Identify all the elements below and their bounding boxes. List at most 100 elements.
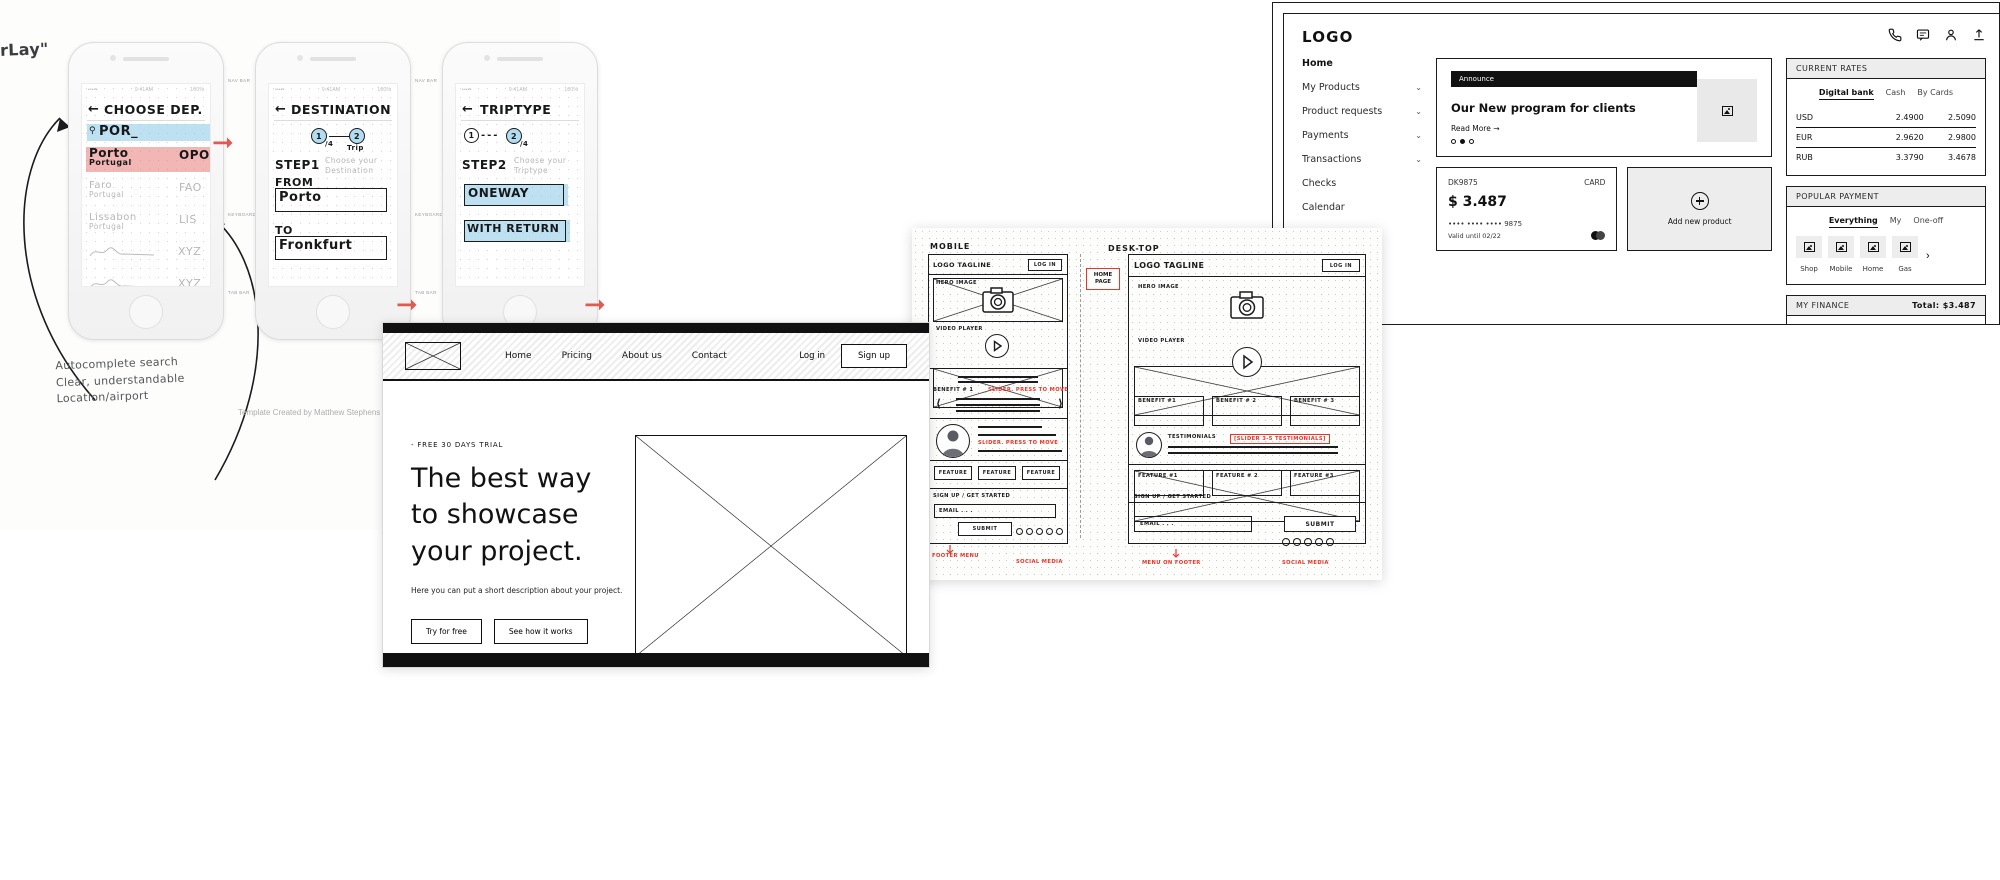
upload-icon[interactable] — [1972, 28, 1986, 42]
mobile-feature-2: FEATURE — [978, 466, 1016, 480]
play-icon[interactable] — [1232, 347, 1262, 377]
landing-navbar: Home Pricing About us Contact Log in Sig… — [383, 333, 929, 381]
phone-icon[interactable] — [1888, 28, 1902, 42]
sidebar-item-transactions[interactable]: Transactions ⌄ — [1302, 154, 1422, 165]
sidebar-item-my-products[interactable]: My Products ⌄ — [1302, 82, 1422, 93]
table-row: RUB 3.3790 3.4678 — [1796, 148, 1976, 167]
back-arrow-icon[interactable]: ← — [462, 102, 473, 117]
account-balance: $ 3.487 — [1448, 194, 1507, 210]
sidebar-item-home[interactable]: Home — [1302, 58, 1422, 69]
account-card[interactable]: DK9875 CARD $ 3.487 •••• •••• •••• 9875 … — [1436, 167, 1618, 251]
announcement-card[interactable]: Announce Our New program for clients Rea… — [1436, 58, 1772, 157]
tab-cash[interactable]: Cash — [1886, 88, 1906, 100]
signup-button[interactable]: Sign up — [840, 344, 907, 368]
signal-icon: ••••• — [275, 87, 285, 93]
carousel-dot[interactable] — [1469, 139, 1474, 144]
play-icon[interactable] — [985, 334, 1009, 358]
mobile-social-icons[interactable] — [1016, 528, 1063, 535]
desktop-social-icons[interactable] — [1282, 538, 1334, 546]
sidebar-item-product-requests[interactable]: Product requests ⌄ — [1302, 106, 1422, 117]
payment-item-mobile[interactable]: Mobile — [1828, 236, 1854, 276]
phone-sketch-3: ••••• 9:41AM 100% ← TRIPTYPE 1 --- 2 /4 … — [442, 42, 598, 340]
search-input[interactable]: POR_ — [99, 124, 138, 139]
nav-link-about-us[interactable]: About us — [622, 351, 662, 361]
step-label: STEP1 — [275, 158, 320, 172]
my-finance-total: Total: $3.487 — [1912, 301, 1976, 310]
try-for-free-button[interactable]: Try for free — [411, 619, 482, 645]
logo-placeholder-icon[interactable] — [405, 342, 461, 370]
announcement-title: Our New program for clients — [1451, 101, 1636, 115]
avatar-icon — [936, 424, 970, 458]
phone-camera — [297, 55, 303, 61]
image-icon — [1892, 236, 1918, 258]
mobile-login-button[interactable]: LOG IN — [1028, 259, 1062, 271]
add-new-product-label: Add new product — [1667, 217, 1732, 226]
signal-icon: ••••• — [88, 87, 98, 93]
phone-sketch-1: ••••• 9:41AM 100% ← CHOOSE DEP. ⚲ POR_ P… — [68, 42, 224, 340]
nav-link-pricing[interactable]: Pricing — [562, 351, 592, 361]
chevron-right-icon[interactable]: › — [1926, 250, 1930, 262]
payment-item-home[interactable]: Home — [1860, 236, 1886, 276]
flow-arrow-icon: ➞ — [584, 290, 606, 320]
section-divider — [1080, 254, 1081, 538]
current-rates-body: Digital bank Cash By Cards USD 2.4900 2.… — [1787, 79, 1985, 175]
result-country: Portugal — [89, 222, 125, 231]
nav-link-home[interactable]: Home — [505, 351, 532, 361]
hero-cta-group: Try for free See how it works — [411, 619, 625, 645]
chat-icon[interactable] — [1916, 28, 1930, 42]
rate-currency: EUR — [1796, 133, 1813, 142]
nav-link-contact[interactable]: Contact — [692, 351, 727, 361]
read-more-link[interactable]: Read More → — [1451, 124, 1697, 133]
phone-home-button[interactable] — [129, 295, 163, 329]
popular-payment-tabs: Everything My One-off — [1796, 216, 1976, 228]
search-icon[interactable]: ⚲ — [89, 126, 96, 136]
current-rates-title: CURRENT RATES — [1787, 59, 1985, 79]
sidebar-item-payments[interactable]: Payments ⌄ — [1302, 130, 1422, 141]
landing-nav-links: Home Pricing About us Contact — [505, 351, 727, 361]
back-arrow-icon[interactable]: ← — [88, 102, 99, 117]
tab-digital-bank[interactable]: Digital bank — [1818, 88, 1874, 100]
user-icon[interactable] — [1944, 28, 1958, 42]
sidebar-item-checks[interactable]: Checks — [1302, 178, 1422, 189]
step-connector: --- — [481, 130, 500, 141]
add-new-product-card[interactable]: Add new product — [1627, 167, 1772, 251]
dashboard-main-column: Announce Our New program for clients Rea… — [1436, 58, 1772, 324]
sidebar-item-calendar[interactable]: Calendar — [1302, 202, 1422, 213]
divider — [928, 488, 1068, 490]
mobile-feature-3: FEATURE — [1022, 466, 1060, 480]
annotation-arrow-icon — [1172, 549, 1180, 558]
tab-by-cards[interactable]: By Cards — [1917, 88, 1953, 100]
payment-item-gas[interactable]: Gas — [1892, 236, 1918, 276]
login-link[interactable]: Log in — [799, 351, 825, 361]
sidebar-item-label: Transactions — [1302, 154, 1362, 165]
carousel-dot-active[interactable] — [1460, 139, 1465, 144]
carousel-dot[interactable] — [1451, 139, 1456, 144]
popular-payment-panel: POPULAR PAYMENT Everything My One-off Sh — [1786, 186, 1986, 285]
tab-everything[interactable]: Everything — [1828, 216, 1878, 228]
sidelabel-nav-bar: NAV BAR — [228, 78, 251, 83]
desktop-login-button[interactable]: LOG IN — [1322, 259, 1360, 272]
footer-menu-desktop-annotation: MENU ON FOOTER — [1142, 560, 1201, 566]
phone-home-button[interactable] — [316, 295, 350, 329]
payment-item-shop[interactable]: Shop — [1796, 236, 1822, 276]
desktop-benefit-2-label: BENEFIT # 2 — [1216, 398, 1257, 404]
carousel-next-icon[interactable]: ⟩ — [1058, 398, 1063, 409]
see-how-it-works-button[interactable]: See how it works — [493, 619, 588, 645]
phone-speaker — [310, 57, 356, 61]
carousel-dots[interactable] — [1451, 139, 1697, 144]
hero-image-placeholder — [635, 435, 907, 657]
account-id: DK9875 — [1448, 178, 1478, 187]
carousel-prev-icon[interactable]: ⟨ — [936, 398, 941, 409]
mobile-submit-button[interactable]: SUBMIT — [958, 522, 1012, 536]
sidebar-item-label: Home — [1302, 58, 1333, 69]
desktop-submit-button[interactable]: SUBMIT — [1284, 516, 1356, 532]
back-arrow-icon[interactable]: ← — [275, 102, 286, 117]
payment-item-label: Mobile — [1829, 265, 1853, 273]
account-card-bottom: Valid until 02/22 — [1448, 231, 1606, 240]
mastercard-icon — [1591, 231, 1606, 240]
mobile-feature-1: FEATURE — [934, 466, 972, 480]
tab-my[interactable]: My — [1890, 216, 1902, 228]
text-placeholder-line — [1168, 452, 1338, 454]
tab-one-off[interactable]: One-off — [1913, 216, 1943, 228]
phone-1-title: CHOOSE DEP. — [104, 102, 203, 117]
